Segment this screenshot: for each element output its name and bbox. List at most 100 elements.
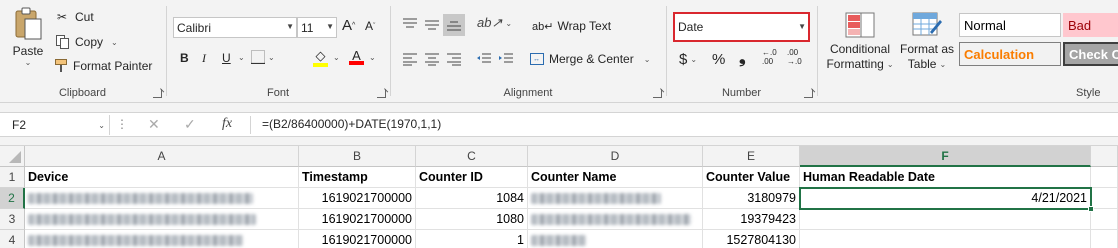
- font-size-select[interactable]: 11 ▼: [297, 17, 337, 38]
- wrap-text-button[interactable]: ab↵ Wrap Text: [532, 19, 611, 33]
- chevron-down-icon[interactable]: ⌄: [111, 38, 118, 47]
- table-cell-counter-id[interactable]: 1084: [416, 188, 528, 209]
- table-cell-counter-value[interactable]: 19379423: [703, 209, 800, 230]
- font-name-select[interactable]: Calibri ▼: [173, 17, 297, 38]
- cancel-icon[interactable]: ✕: [148, 116, 160, 133]
- table-cell[interactable]: [1091, 209, 1118, 230]
- increase-font-size-button[interactable]: A ^: [342, 17, 355, 34]
- decrease-indent-button[interactable]: [476, 52, 492, 66]
- table-header-timestamp[interactable]: Timestamp: [299, 167, 416, 188]
- align-bottom-button[interactable]: [443, 14, 465, 36]
- format-painter-button[interactable]: Format Painter: [54, 59, 152, 73]
- table-cell-date[interactable]: [800, 209, 1091, 230]
- fill-color-button[interactable]: ◇: [313, 48, 328, 67]
- table-cell-date[interactable]: [800, 230, 1091, 248]
- borders-button[interactable]: ⌄: [251, 50, 275, 64]
- underline-button[interactable]: U: [222, 51, 231, 65]
- bold-button[interactable]: B: [180, 51, 189, 65]
- table-cell[interactable]: [1091, 167, 1118, 188]
- increase-indent-button[interactable]: [498, 52, 514, 66]
- percent-style-button[interactable]: %: [712, 51, 725, 68]
- column-header-g[interactable]: [1091, 146, 1118, 167]
- copy-button[interactable]: Copy ⌄: [54, 35, 118, 49]
- style-calculation[interactable]: Calculation: [959, 42, 1061, 66]
- table-cell-device-redacted[interactable]: [25, 230, 299, 248]
- number-launcher-icon[interactable]: [804, 89, 813, 98]
- chevron-down-icon[interactable]: ⌄: [369, 53, 376, 62]
- decrease-font-size-button[interactable]: Aˇ: [365, 19, 375, 33]
- table-cell-counter-name-redacted[interactable]: [528, 230, 703, 248]
- table-header-human-readable-date[interactable]: Human Readable Date: [800, 167, 1091, 188]
- font-color-button[interactable]: A: [349, 48, 364, 65]
- table-cell-counter-name-redacted[interactable]: [528, 209, 703, 230]
- select-all-button[interactable]: [0, 146, 25, 167]
- decrease-decimal-button[interactable]: .00 →.0: [787, 48, 802, 66]
- align-middle-button[interactable]: [424, 17, 440, 31]
- table-cell[interactable]: [1091, 230, 1118, 248]
- table-header-counter-id[interactable]: Counter ID: [416, 167, 528, 188]
- formula-bar: F2 ⌄ ⋮ ✕ ✓ fx =(B2/86400000)+DATE(1970,1…: [0, 112, 1118, 137]
- dollar-icon: $: [679, 51, 688, 68]
- row-header-1[interactable]: 1: [0, 167, 25, 188]
- table-cell-counter-id[interactable]: 1080: [416, 209, 528, 230]
- column-header-e[interactable]: E: [703, 146, 800, 167]
- format-painter-icon: [54, 59, 70, 73]
- fill-handle[interactable]: [1088, 206, 1094, 212]
- table-cell-counter-name-redacted[interactable]: [528, 188, 703, 209]
- format-as-table-button[interactable]: Format as Table ⌄: [897, 12, 957, 72]
- table-cell-timestamp[interactable]: 1619021700000: [299, 188, 416, 209]
- comma-style-button[interactable]: ❟: [739, 48, 746, 68]
- number-format-select[interactable]: Date ▼: [673, 12, 810, 42]
- table-header-device[interactable]: Device: [25, 167, 299, 188]
- chevron-down-icon[interactable]: ⌄: [98, 116, 105, 136]
- table-cell-timestamp[interactable]: 1619021700000: [299, 209, 416, 230]
- align-right-button[interactable]: [446, 52, 462, 66]
- align-top-button[interactable]: [402, 17, 418, 31]
- styles-group-label: Style: [1076, 87, 1101, 99]
- chevron-down-icon[interactable]: ⌄: [333, 53, 340, 62]
- format-as-table-label-1: Format as: [899, 42, 954, 56]
- column-header-a[interactable]: A: [25, 146, 299, 167]
- enter-icon[interactable]: ✓: [184, 116, 196, 133]
- name-box[interactable]: F2 ⌄: [4, 115, 110, 135]
- conditional-formatting-button[interactable]: Conditional Formatting ⌄: [824, 12, 896, 72]
- row-header-3[interactable]: 3: [0, 209, 25, 230]
- chevron-down-icon[interactable]: ⌄: [25, 58, 32, 67]
- table-header-counter-value[interactable]: Counter Value: [703, 167, 800, 188]
- insert-function-icon[interactable]: fx: [222, 116, 232, 132]
- italic-button[interactable]: I: [202, 51, 206, 66]
- align-center-button[interactable]: [424, 52, 440, 66]
- row-header-2[interactable]: 2: [0, 188, 25, 209]
- alignment-launcher-icon[interactable]: [653, 89, 662, 98]
- row-header-4[interactable]: 4: [0, 230, 25, 248]
- table-cell-device-redacted[interactable]: [25, 188, 299, 209]
- font-launcher-icon[interactable]: [377, 89, 386, 98]
- table-cell[interactable]: [1091, 188, 1118, 209]
- style-check-cell[interactable]: Check C: [1063, 42, 1118, 66]
- formula-input[interactable]: =(B2/86400000)+DATE(1970,1,1): [262, 117, 441, 131]
- column-header-f[interactable]: F: [800, 146, 1091, 167]
- column-header-b[interactable]: B: [299, 146, 416, 167]
- column-header-c[interactable]: C: [416, 146, 528, 167]
- style-normal[interactable]: Normal: [959, 13, 1061, 37]
- table-cell-device-redacted[interactable]: [25, 209, 299, 230]
- merge-center-button[interactable]: ↔ Merge & Center ⌄: [530, 52, 650, 66]
- align-left-button[interactable]: [402, 52, 418, 66]
- orientation-button[interactable]: ab↗ ⌄: [477, 15, 512, 31]
- accounting-format-button[interactable]: $ ⌄: [679, 51, 697, 68]
- table-cell-counter-value[interactable]: 1527804130: [703, 230, 800, 248]
- chevron-down-icon[interactable]: ⌄: [238, 53, 245, 62]
- paste-button[interactable]: Paste ⌄: [8, 6, 48, 80]
- style-bad[interactable]: Bad: [1063, 13, 1118, 37]
- styles-group: Conditional Formatting ⌄ Format as Table…: [818, 0, 1118, 103]
- table-header-counter-name[interactable]: Counter Name: [528, 167, 703, 188]
- table-cell-counter-value[interactable]: 3180979: [703, 188, 800, 209]
- increase-decimal-button[interactable]: ←.0 .00: [762, 48, 777, 66]
- table-cell-counter-id[interactable]: 1: [416, 230, 528, 248]
- table-cell-date[interactable]: 4/21/2021: [800, 188, 1091, 209]
- clipboard-launcher-icon[interactable]: [153, 89, 162, 98]
- column-header-d[interactable]: D: [528, 146, 703, 167]
- more-options-icon[interactable]: ⋮: [116, 117, 128, 131]
- table-cell-timestamp[interactable]: 1619021700000: [299, 230, 416, 248]
- cut-button[interactable]: ✂ Cut: [54, 10, 94, 24]
